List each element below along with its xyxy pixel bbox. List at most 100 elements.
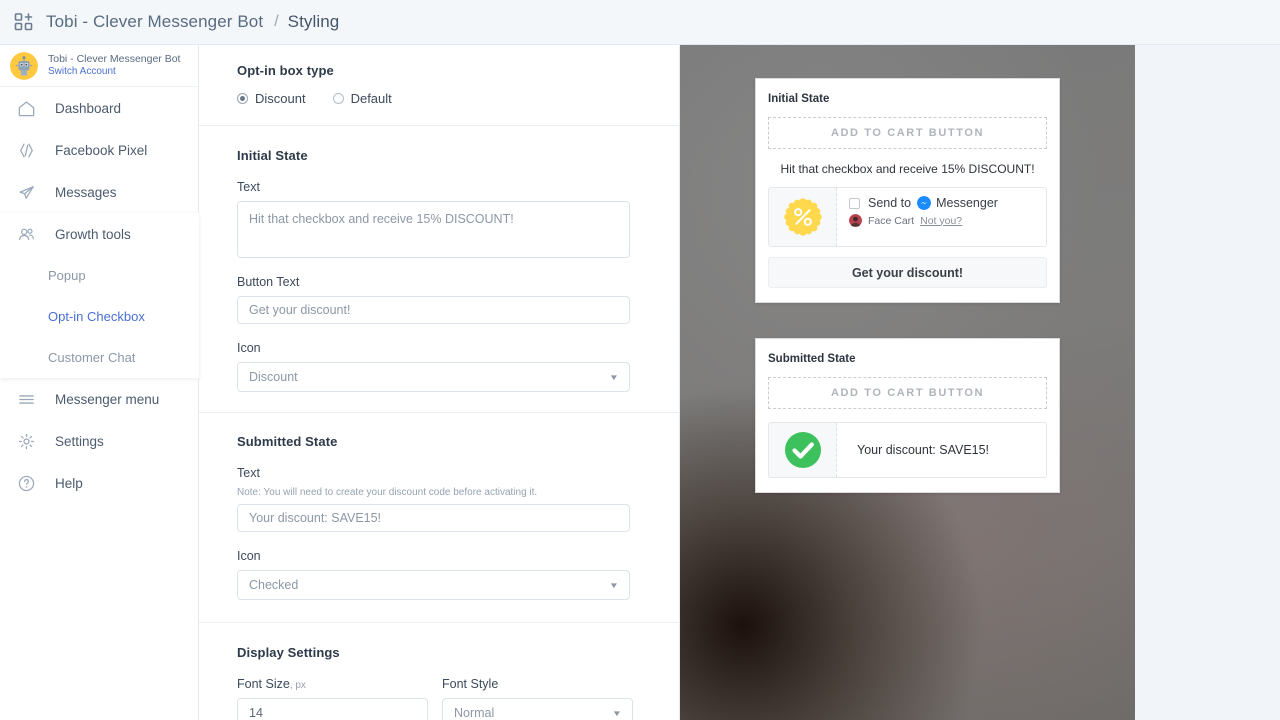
initial-icon-label: Icon <box>237 341 261 355</box>
account-switcher[interactable]: Tobi - Clever Messenger Bot Switch Accou… <box>0 45 198 87</box>
sidebar-item-label: Messenger menu <box>55 391 160 407</box>
home-icon <box>18 100 35 116</box>
submitted-text-input[interactable]: Your discount: SAVE15! <box>237 504 630 532</box>
initial-state-title: Initial State <box>237 148 308 163</box>
font-size-label-wrap: Font Size, px <box>237 677 428 691</box>
grid-plus-icon[interactable] <box>14 12 34 32</box>
preview-discount-icon-cell <box>769 188 837 246</box>
preview-submitted-add-to-cart-placeholder: ADD TO CART BUTTON <box>768 377 1047 409</box>
chevron-down-icon: ▼ <box>608 372 620 382</box>
account-name: Tobi - Clever Messenger Bot <box>48 52 181 65</box>
sidebar-growth-tools-group: Growth tools Popup Opt-in Checkbox Custo… <box>0 213 199 378</box>
breadcrumb-app-title[interactable]: Tobi - Clever Messenger Bot <box>46 12 263 32</box>
display-settings-title: Display Settings <box>237 645 340 660</box>
optin-box-type-section: Opt-in box type Discount Default <box>199 45 679 125</box>
display-settings-section: Display Settings Font Size, px 14 Font S… <box>199 623 679 720</box>
sidebar-subitem-customer-chat[interactable]: Customer Chat <box>0 337 199 378</box>
question-circle-icon <box>18 475 35 491</box>
user-avatar <box>849 214 862 227</box>
paper-plane-icon <box>19 185 34 199</box>
optin-box-type-title: Opt-in box type <box>237 63 334 78</box>
sidebar-item-label: Help <box>55 475 83 491</box>
sidebar-item-messages[interactable]: Messages <box>0 171 198 213</box>
page-title: Styling <box>287 12 340 31</box>
sidebar-item-label: Dashboard <box>55 100 122 116</box>
preview-user-name: Face Cart <box>868 214 915 227</box>
submitted-icon-select-value: Checked <box>249 578 299 592</box>
font-style-label: Font Style <box>442 677 499 691</box>
pixel-icon <box>20 143 33 157</box>
sidebar-subitem-popup[interactable]: Popup <box>0 255 199 296</box>
gear-icon <box>18 433 35 449</box>
preview-send-to-row: Send to Messenger <box>849 196 1036 210</box>
sidebar-subitem-label: Opt-in Checkbox <box>48 309 145 324</box>
users-icon <box>19 228 34 240</box>
preview-messenger-label: Messenger <box>936 196 998 210</box>
font-size-input[interactable]: 14 <box>237 698 428 720</box>
initial-icon-select-value: Discount <box>249 370 298 384</box>
submitted-state-title: Submitted State <box>237 434 338 449</box>
sidebar-item-dashboard[interactable]: Dashboard <box>0 87 198 129</box>
submitted-state-section: Submitted State Text Note: You will need… <box>199 413 679 622</box>
messenger-icon <box>917 196 932 210</box>
preview-not-you-link[interactable]: Not you? <box>920 215 962 227</box>
preview-initial-headline: Hit that checkbox and receive 15% DISCOU… <box>780 162 1035 176</box>
submitted-icon-label: Icon <box>237 549 261 563</box>
sidebar-subitem-label: Popup <box>48 268 86 283</box>
preview-submitted-title: Submitted State <box>768 353 856 365</box>
preview-optin-box: Send to Messenger Face Cart Not you? <box>768 187 1047 247</box>
sidebar-item-settings[interactable]: Settings <box>0 420 198 462</box>
sidebar-item-label: Messages <box>55 184 117 200</box>
initial-icon-select[interactable]: Discount ▼ <box>237 362 630 392</box>
sidebar-item-facebook-pixel[interactable]: Facebook Pixel <box>0 129 198 171</box>
submitted-text-note: Note: You will need to create your disco… <box>237 487 538 498</box>
preview-initial-state-card: Initial State ADD TO CART BUTTON Hit tha… <box>755 78 1060 303</box>
radio-default-dot[interactable] <box>332 93 344 104</box>
sidebar-item-growth-tools[interactable]: Growth tools <box>0 213 199 255</box>
switch-account-link[interactable]: Switch Account <box>48 66 180 79</box>
sidebar-item-messenger-menu[interactable]: Messenger menu <box>0 378 198 420</box>
preview-optin-body: Send to Messenger Face Cart Not you? <box>837 188 1046 246</box>
initial-button-text-input[interactable]: Get your discount! <box>237 296 630 324</box>
font-style-select-value: Normal <box>454 706 495 720</box>
sidebar-subitem-optin-checkbox[interactable]: Opt-in Checkbox <box>0 296 199 337</box>
optin-box-type-radio-group: Discount Default <box>237 91 641 106</box>
preview-submitted-state-card: Submitted State ADD TO CART BUTTON Your … <box>755 338 1060 493</box>
top-bar: Tobi - Clever Messenger Bot / Styling <box>0 0 1280 45</box>
preview-submitted-text: Your discount: SAVE15! <box>857 443 990 457</box>
display-settings-row: Font Size, px 14 Font Style Normal ▼ <box>237 677 641 720</box>
initial-button-text-label: Button Text <box>237 275 300 289</box>
chevron-down-icon: ▼ <box>608 580 620 590</box>
percent-badge-icon <box>783 198 822 236</box>
preview-pane: Initial State ADD TO CART BUTTON Hit tha… <box>680 45 1135 720</box>
font-style-select[interactable]: Normal ▼ <box>442 698 633 720</box>
initial-text-label: Text <box>237 180 260 194</box>
radio-discount-dot[interactable] <box>237 93 248 104</box>
radio-option-discount[interactable]: Discount <box>237 91 306 106</box>
green-check-icon <box>784 432 821 468</box>
chevron-down-icon: ▼ <box>611 708 623 718</box>
submitted-text-label: Text <box>237 466 260 480</box>
preview-submitted-box: Your discount: SAVE15! <box>768 422 1047 478</box>
font-size-unit: , px <box>289 680 306 691</box>
sidebar-item-help[interactable]: Help <box>0 462 198 504</box>
sidebar-item-label: Growth tools <box>55 226 131 242</box>
submitted-icon-select[interactable]: Checked ▼ <box>237 570 630 600</box>
sidebar-subitem-label: Customer Chat <box>48 350 136 365</box>
radio-label: Discount <box>255 91 306 106</box>
sidebar-item-label: Facebook Pixel <box>55 142 148 158</box>
preview-initial-add-to-cart-placeholder: ADD TO CART BUTTON <box>768 117 1047 149</box>
preview-cta-button[interactable]: Get your discount! <box>768 257 1047 288</box>
sidebar-item-label: Settings <box>55 433 104 449</box>
font-size-field: Font Size, px 14 <box>237 677 428 720</box>
preview-check-icon-cell <box>769 423 837 477</box>
preview-send-to-label: Send to <box>868 196 912 210</box>
initial-text-textarea[interactable]: Hit that checkbox and receive 15% DISCOU… <box>237 201 630 258</box>
styling-form: Opt-in box type Discount Default Initial… <box>199 45 680 720</box>
sidebar: Tobi - Clever Messenger Bot Switch Accou… <box>0 45 199 720</box>
breadcrumb-separator: / <box>274 13 279 30</box>
font-style-field: Font Style Normal ▼ <box>442 677 633 720</box>
radio-option-default[interactable]: Default <box>332 91 392 106</box>
preview-send-to-checkbox[interactable] <box>849 197 860 209</box>
robot-avatar <box>10 51 38 80</box>
